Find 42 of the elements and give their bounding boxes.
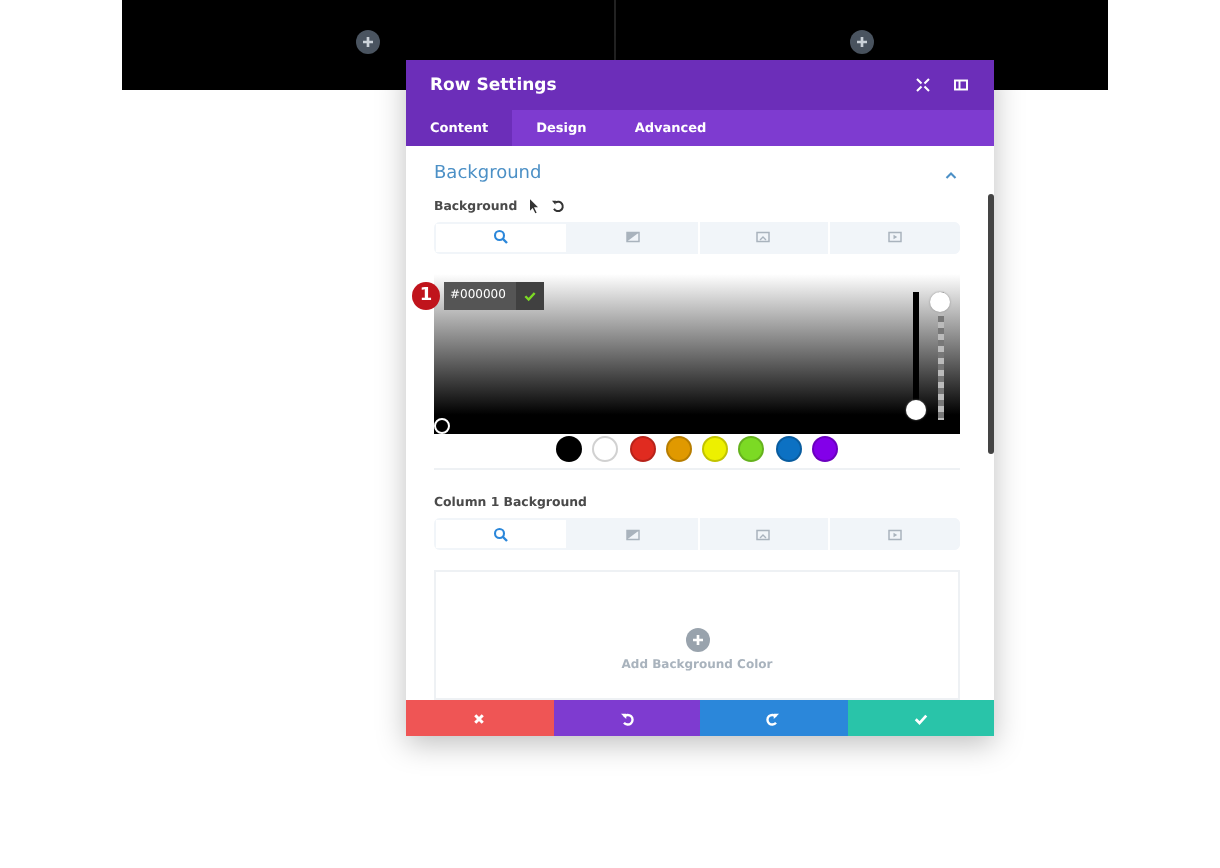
- color-swatch[interactable]: [592, 435, 619, 462]
- plus-icon: [852, 32, 872, 52]
- video-icon: [886, 525, 905, 544]
- gradient-icon: [623, 228, 642, 247]
- color-tab[interactable]: [434, 518, 568, 550]
- checkmark-icon: [911, 709, 930, 727]
- color-tab[interactable]: [434, 221, 568, 254]
- plus-icon: [687, 629, 707, 650]
- picker-handle[interactable]: [434, 417, 450, 434]
- close-icon: [470, 709, 489, 727]
- add-module-button[interactable]: [850, 30, 874, 54]
- reset-icon: [549, 198, 566, 215]
- color-swatch[interactable]: [629, 435, 656, 462]
- checkmark-icon: [522, 287, 538, 304]
- slider-thumb[interactable]: [930, 291, 950, 312]
- color-swatch[interactable]: [738, 435, 765, 462]
- add-color-button[interactable]: [685, 627, 709, 652]
- plus-icon: [358, 32, 378, 52]
- reset-button[interactable]: [549, 198, 566, 215]
- undo-icon: [617, 709, 636, 727]
- sidebar-toggle-button[interactable]: [952, 76, 970, 94]
- gradient-icon: [623, 525, 642, 544]
- image-icon: [754, 228, 773, 247]
- step-badge: 1: [412, 281, 440, 310]
- modal-title: Row Settings: [430, 75, 559, 95]
- image-icon: [754, 525, 773, 544]
- scrollbar[interactable]: [988, 194, 994, 454]
- color-swatch[interactable]: [556, 435, 582, 462]
- apply-button[interactable]: [516, 281, 544, 310]
- redo-icon: [764, 709, 783, 727]
- color-swatch[interactable]: [665, 435, 692, 462]
- expand-button[interactable]: [914, 76, 932, 94]
- add-module-button[interactable]: [356, 30, 380, 54]
- color-swatch[interactable]: [812, 435, 839, 462]
- undo-button[interactable]: [553, 700, 700, 736]
- expand-icon: [914, 76, 932, 94]
- video-icon: [886, 228, 905, 247]
- color-swatch[interactable]: [775, 435, 802, 462]
- color-swatch[interactable]: [702, 435, 729, 462]
- cursor-icon: [525, 198, 542, 215]
- slider-thumb[interactable]: [906, 399, 926, 420]
- panel-icon: [952, 76, 970, 94]
